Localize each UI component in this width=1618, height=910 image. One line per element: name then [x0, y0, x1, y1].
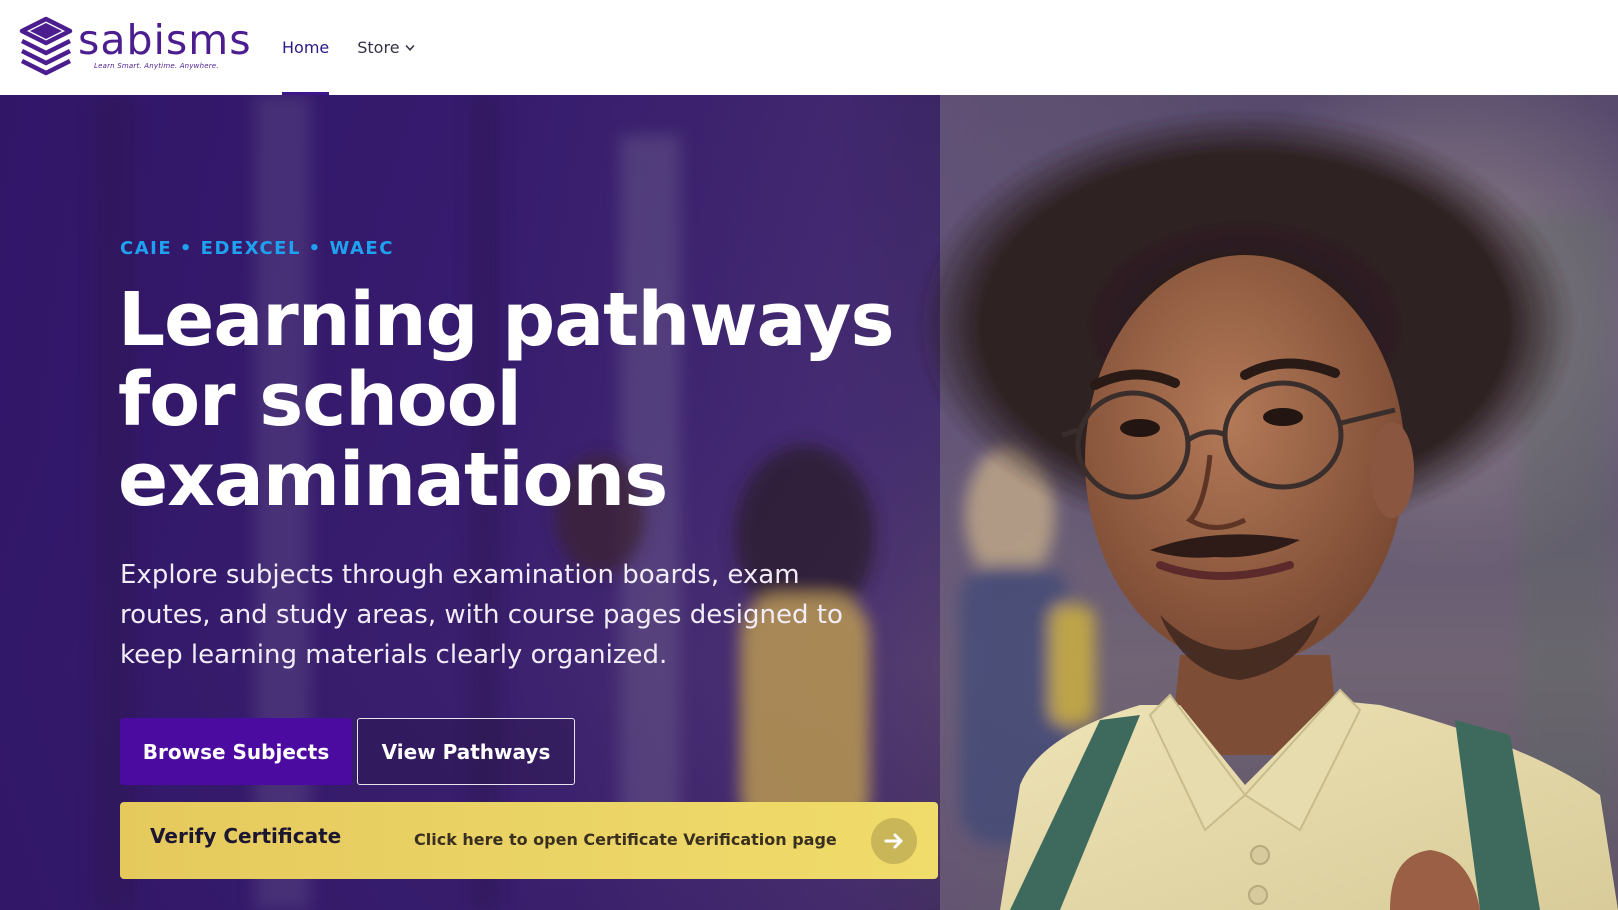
hero-headline: Learning pathways for school examination…	[118, 277, 895, 523]
hero-section: CAIE • EDEXCEL • WAEC Learning pathways …	[0, 95, 1618, 910]
nav-item-label: Home	[282, 38, 330, 57]
verify-certificate-title: Verify Certificate	[150, 824, 342, 848]
nav-item-home[interactable]: Home	[282, 0, 330, 95]
nav-item-label: Store	[357, 38, 400, 57]
browse-subjects-button[interactable]: Browse Subjects	[120, 718, 352, 785]
site-header: sabisms Learn Smart. Anytime. Anywhere. …	[0, 0, 1618, 95]
hero-description: Explore subjects through examination boa…	[120, 560, 843, 670]
verify-certificate-subtitle: Click here to open Certificate Verificat…	[414, 830, 837, 849]
brand-tagline: Learn Smart. Anytime. Anywhere.	[94, 62, 219, 70]
view-pathways-button[interactable]: View Pathways	[357, 718, 575, 785]
verify-certificate-banner[interactable]: Verify Certificate Click here to open Ce…	[120, 802, 938, 879]
brand-wordmark: sabisms Learn Smart. Anytime. Anywhere.	[78, 15, 251, 77]
arrow-right-icon[interactable]	[871, 818, 917, 864]
chevron-down-icon	[405, 44, 414, 51]
brand-name: sabisms	[78, 16, 252, 64]
brand-logo[interactable]: sabisms Learn Smart. Anytime. Anywhere.	[18, 15, 251, 77]
main-nav: Home Store	[282, 0, 443, 95]
logo-mark-icon	[19, 16, 73, 76]
nav-item-store[interactable]: Store	[357, 0, 414, 95]
arrow-right-glyph	[884, 833, 903, 849]
exam-boards-eyebrow: CAIE • EDEXCEL • WAEC	[120, 238, 394, 259]
